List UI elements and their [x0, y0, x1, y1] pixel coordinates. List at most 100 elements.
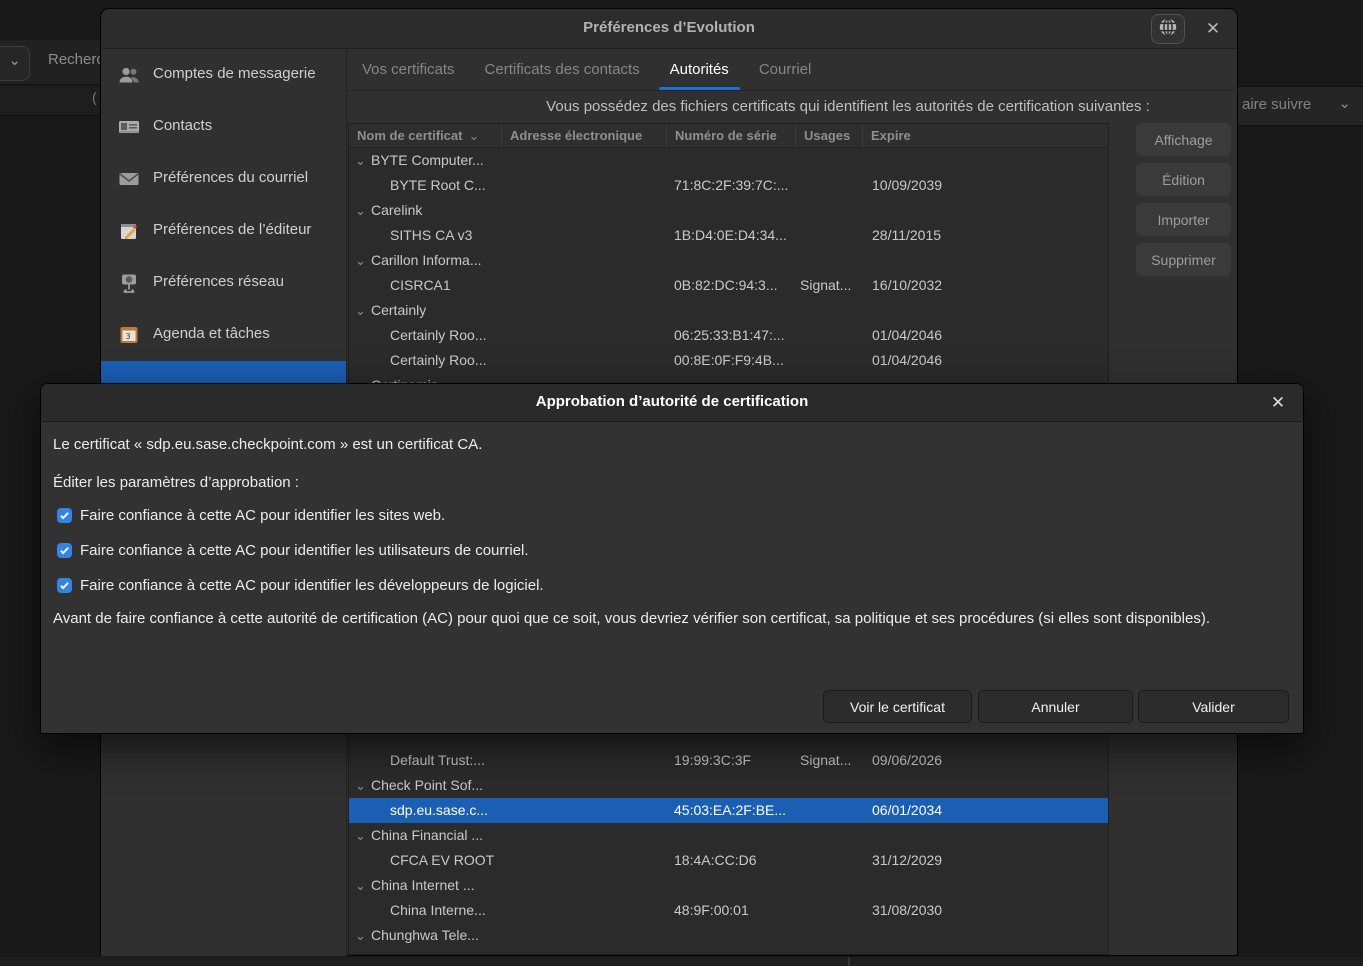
expander-chevron-icon[interactable]: ⌄	[355, 148, 366, 173]
-dition-button[interactable]: Édition	[1136, 163, 1231, 196]
group-name: China Financial ...	[371, 823, 661, 848]
close-icon[interactable]: ✕	[1199, 15, 1227, 43]
sidebar-item-pr-f-rences-du-courriel[interactable]: Préférences du courriel	[101, 153, 346, 205]
titlebar[interactable]: Préférences d’Evolution ✕	[101, 9, 1237, 49]
sidebar-item-contacts[interactable]: Contacts	[101, 101, 346, 153]
certificate-serial: 15:C8:BD:65:47	[674, 948, 796, 955]
expander-chevron-icon[interactable]: ⌄	[355, 248, 366, 273]
group-name: Carelink	[371, 198, 661, 223]
tab-courriel[interactable]: Courriel	[744, 49, 827, 90]
column-header-label: Nom de certificat	[357, 128, 462, 143]
checkbox-checked-icon[interactable]	[57, 508, 72, 523]
column-header-3[interactable]: Usages	[796, 124, 863, 148]
table-row[interactable]: sdp.eu.sase.c...45:03:EA:2F:BE...06/01/2…	[349, 798, 1108, 823]
table-row[interactable]: CISRCA10B:82:DC:94:3...Signat...16/10/20…	[349, 273, 1108, 298]
certificate-name: Default Trust:	[390, 948, 502, 955]
background-bottom-strip	[0, 957, 1363, 966]
tab-vos-certificats[interactable]: Vos certificats	[347, 49, 470, 90]
table-row[interactable]: China Interne...48:9F:00:0131/08/2030	[349, 898, 1108, 923]
checkbox-label: Faire confiance à cette AC pour identifi…	[80, 507, 445, 524]
sidebar-item-comptes-de-messagerie[interactable]: Comptes de messagerie	[101, 49, 346, 101]
tab-certificats-des-contacts[interactable]: Certificats des contacts	[470, 49, 655, 90]
column-header-2[interactable]: Numéro de série	[667, 124, 796, 148]
supprimer-button[interactable]: Supprimer	[1136, 243, 1231, 276]
table-group-row[interactable]: ⌄Check Point Sof...	[349, 773, 1108, 798]
contact-card-icon	[117, 115, 141, 139]
table-row[interactable]: Certainly Roo...06:25:33:B1:47:...01/04/…	[349, 323, 1108, 348]
table-group-row[interactable]: ⌄China Financial ...	[349, 823, 1108, 848]
table-row[interactable]: Default Trust:15:C8:BD:65:47Signat...30/…	[349, 948, 1108, 955]
group-name: Chunghwa Tele...	[371, 923, 661, 948]
certificate-serial: 19:99:3C:3F	[674, 748, 796, 773]
certificate-expire: 01/04/2046	[872, 348, 1109, 373]
expander-chevron-icon[interactable]: ⌄	[355, 823, 366, 848]
table-rows-top: ⌄BYTE Computer...BYTE Root C...71:8C:2F:…	[349, 148, 1108, 398]
network-icon	[117, 271, 141, 295]
table-group-row[interactable]: ⌄BYTE Computer...	[349, 148, 1108, 173]
tab-autorit-s[interactable]: Autorités	[655, 49, 744, 90]
certificate-expire: 28/11/2015	[872, 223, 1109, 248]
group-name: Carillon Informa...	[371, 248, 661, 273]
voir-le-certificat-button[interactable]: Voir le certificat	[823, 690, 972, 723]
column-header-1[interactable]: Adresse électronique	[502, 124, 667, 148]
table-group-row[interactable]: ⌄China Internet ...	[349, 873, 1108, 898]
certificate-expire: 01/04/2046	[872, 323, 1109, 348]
column-header-label: Expire	[871, 128, 911, 143]
certificate-name: CISRCA1	[390, 273, 502, 298]
valider-button[interactable]: Valider	[1138, 690, 1289, 723]
table-group-row[interactable]: ⌄Carillon Informa...	[349, 248, 1108, 273]
expander-chevron-icon[interactable]: ⌄	[355, 198, 366, 223]
column-header-0[interactable]: Nom de certificat⌄	[349, 124, 502, 148]
dialog-titlebar[interactable]: Approbation d’autorité de certification …	[41, 384, 1303, 422]
certificate-serial: 1B:D4:0E:D4:34...	[674, 223, 796, 248]
background-dropdown-button[interactable]: ⌄	[0, 46, 30, 81]
table-row[interactable]: CFCA EV ROOT 18:4A:CC:D6 31/12/2029	[349, 848, 1108, 873]
certificate-serial: 48:9F:00:01	[674, 898, 796, 923]
certificate-usages: Signat...	[800, 273, 863, 298]
help-button[interactable]	[1151, 14, 1185, 44]
globe-icon	[1157, 16, 1179, 43]
checkbox-label: Faire confiance à cette AC pour identifi…	[80, 542, 529, 559]
certificate-name: sdp.eu.sase.c...	[390, 798, 502, 823]
background-paren-text: (	[92, 89, 97, 105]
certificate-expire: 31/08/2030	[872, 898, 1109, 923]
column-header-4[interactable]: Expire	[863, 124, 1109, 148]
sidebar-item-pr-f-rences-de-l-diteur[interactable]: Préférences de l’éditeur	[101, 205, 346, 257]
sidebar-item-agenda-et-t-ches[interactable]: 3Agenda et tâches	[101, 309, 346, 361]
column-header-label: Adresse électronique	[510, 128, 642, 143]
certificate-serial: 18:4A:CC:D6	[674, 848, 796, 873]
expander-chevron-icon[interactable]: ⌄	[355, 773, 366, 798]
certificate-expire: 09/06/2026	[872, 748, 1109, 773]
table-row[interactable]: Default Trust:...19:99:3C:3FSignat...09/…	[349, 748, 1108, 773]
tab-bar: Vos certificatsCertificats des contactsA…	[347, 49, 1238, 91]
table-row[interactable]: BYTE Root C...71:8C:2F:39:7C:...10/09/20…	[349, 173, 1108, 198]
checkbox-checked-icon[interactable]	[57, 578, 72, 593]
expander-chevron-icon[interactable]: ⌄	[355, 298, 366, 323]
expander-chevron-icon[interactable]: ⌄	[355, 923, 366, 948]
certificate-serial: 0B:82:DC:94:3...	[674, 273, 796, 298]
chevron-down-icon: ⌄	[1338, 94, 1351, 112]
importer-button[interactable]: Importer	[1136, 203, 1231, 236]
sidebar-item-label: Préférences du courriel	[153, 169, 308, 186]
edit-trust-label: Éditer les paramètres d’approbation :	[53, 474, 299, 491]
checkbox-checked-icon[interactable]	[57, 543, 72, 558]
table-row[interactable]: SITHS CA v31B:D4:0E:D4:34...28/11/2015	[349, 223, 1108, 248]
affichage-button[interactable]: Affichage	[1136, 123, 1231, 156]
certificate-name: CFCA EV ROOT	[390, 848, 502, 873]
expander-chevron-icon[interactable]: ⌄	[355, 873, 366, 898]
chevron-down-icon: ⌄	[8, 51, 21, 69]
table-group-row[interactable]: ⌄Carelink	[349, 198, 1108, 223]
close-icon[interactable]: ✕	[1265, 390, 1291, 416]
sidebar-item-label: Comptes de messagerie	[153, 65, 316, 82]
sidebar-item-pr-f-rences-r-seau[interactable]: Préférences réseau	[101, 257, 346, 309]
certificate-expire: 31/12/2029	[872, 848, 1109, 873]
annuler-button[interactable]: Annuler	[978, 690, 1133, 723]
table-group-row[interactable]: ⌄Certainly	[349, 298, 1108, 323]
certificate-serial: 45:03:EA:2F:BE...	[674, 798, 796, 823]
users-icon	[117, 63, 141, 87]
authorities-description: Vous possédez des fichiers certificats q…	[457, 98, 1239, 115]
table-group-row[interactable]: ⌄Chunghwa Tele...	[349, 923, 1108, 948]
sidebar-item-label: Contacts	[153, 117, 212, 134]
table-row[interactable]: Certainly Roo...00:8E:0F:F9:4B...01/04/2…	[349, 348, 1108, 373]
trust-checkbox-row: Faire confiance à cette AC pour identifi…	[57, 576, 544, 594]
